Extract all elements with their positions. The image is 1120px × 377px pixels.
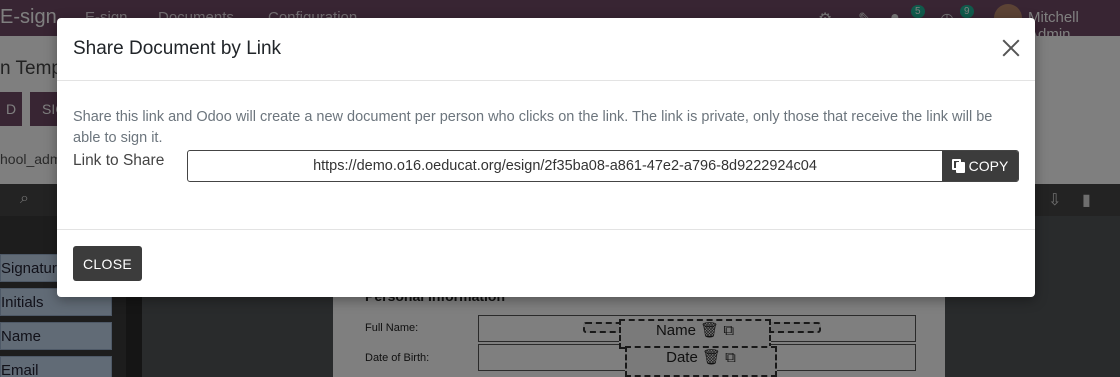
link-label: Link to Share — [73, 152, 165, 169]
copy-button[interactable]: COPY — [942, 151, 1018, 181]
dialog-footer: CLOSE — [57, 229, 1035, 297]
share-link-input[interactable] — [188, 151, 942, 181]
dialog-title: Share Document by Link — [73, 38, 282, 59]
link-input-group: COPY — [187, 150, 1019, 182]
copy-label: COPY — [968, 158, 1009, 174]
dialog-body: Share this link and Odoo will create a n… — [57, 81, 1035, 229]
close-button[interactable]: CLOSE — [73, 246, 142, 281]
close-icon[interactable] — [1001, 38, 1021, 58]
dialog-header: Share Document by Link — [57, 18, 1035, 81]
share-link-dialog: Share Document by Link Share this link a… — [57, 18, 1035, 297]
dialog-description: Share this link and Odoo will create a n… — [73, 109, 993, 146]
copy-icon — [951, 159, 965, 173]
